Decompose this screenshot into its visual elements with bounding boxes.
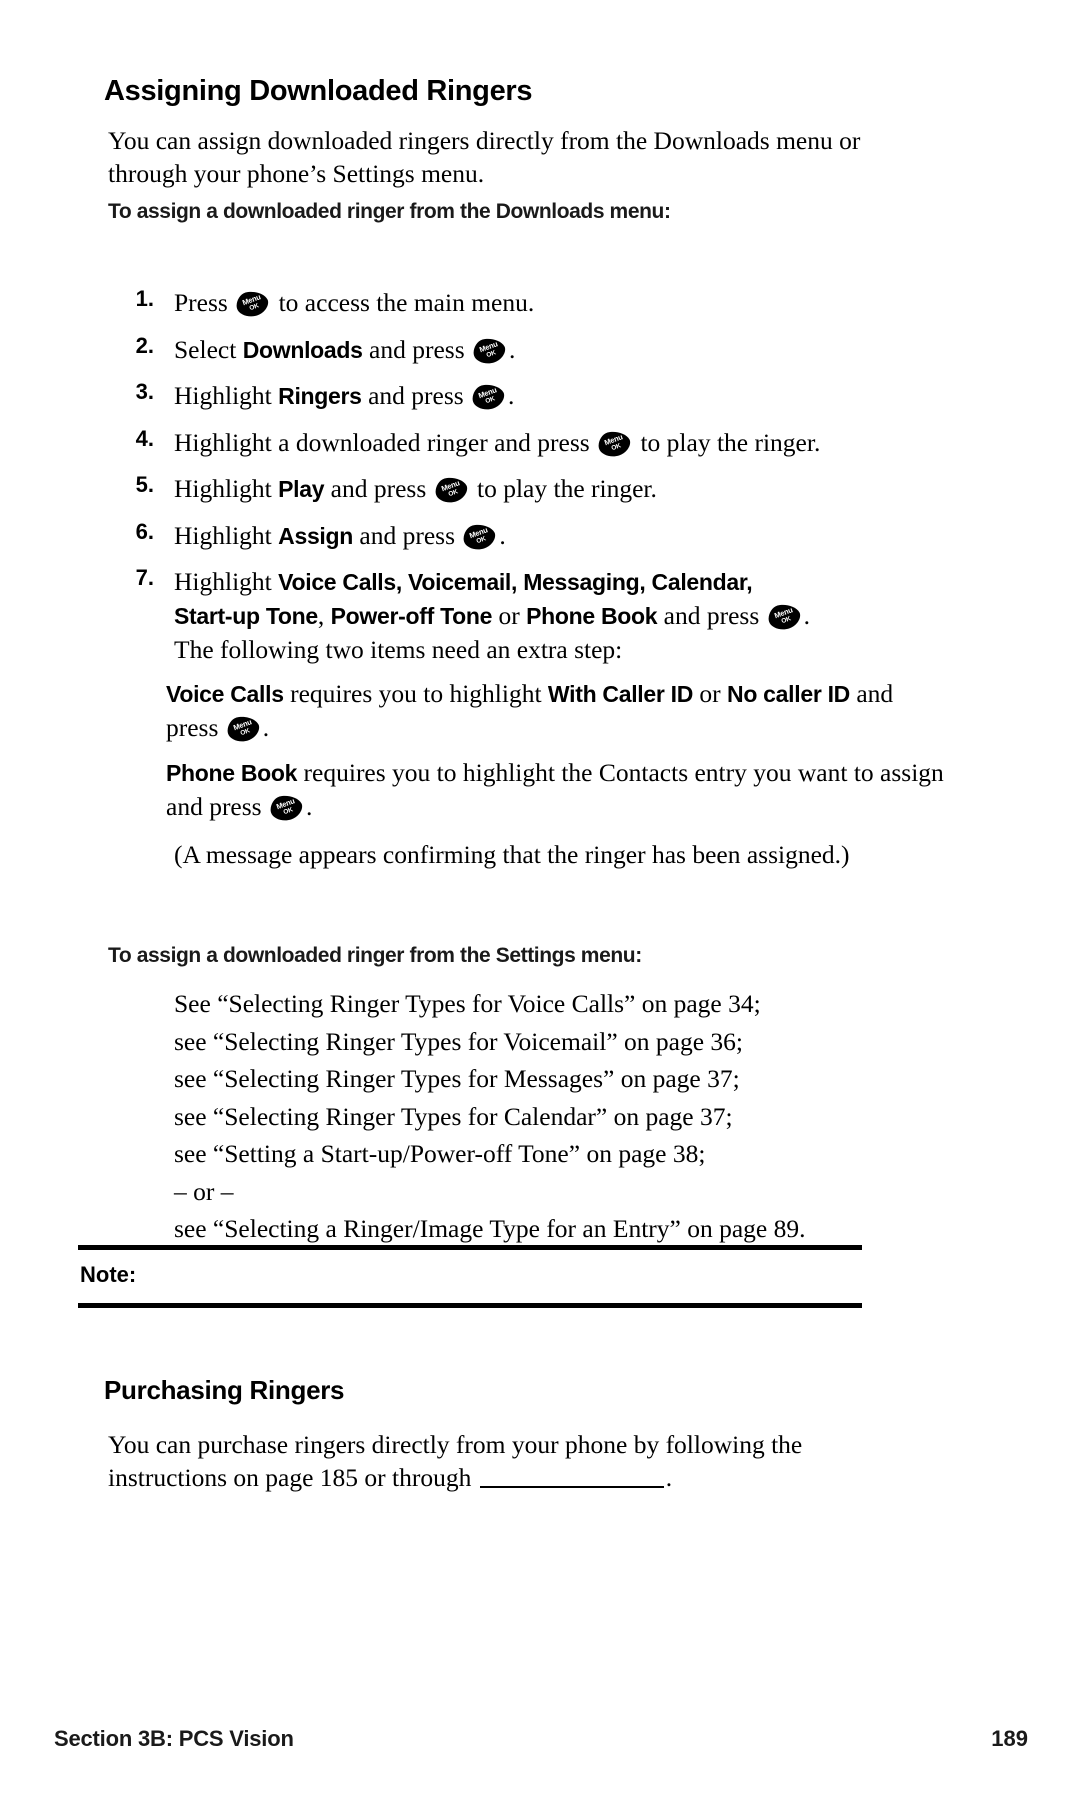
- footer-section-label: Section 3B: PCS Vision: [54, 1726, 294, 1751]
- fill-in-blank-line: [479, 1466, 664, 1488]
- reference-or-separator: – or –: [174, 1176, 234, 1206]
- step-item: 5. Highlight Play and press Menu OK to pl…: [120, 472, 950, 506]
- step-options-line-1: Voice Calls, Voicemail, Messaging, Calen…: [278, 569, 753, 595]
- step-text-post: .: [509, 334, 516, 364]
- menu-ok-key-icon: Menu OK: [473, 338, 507, 364]
- sub-item-option-no-caller-id: No caller ID: [727, 681, 850, 707]
- menu-ok-key-icon: Menu OK: [598, 431, 632, 457]
- menu-ok-key-icon: Menu OK: [472, 384, 506, 410]
- options-end: .: [803, 601, 811, 630]
- step-item: 4. Highlight a downloaded ringer and pre…: [120, 426, 950, 460]
- note-box-bottom-rule: [78, 1303, 862, 1308]
- subheading-settings-menu: To assign a downloaded ringer from the S…: [108, 944, 642, 967]
- options-tail: and press: [657, 601, 766, 630]
- step-text-post: to access the main menu.: [272, 288, 535, 317]
- sub-item-phone-book: Phone Book requires you to highlight the…: [166, 756, 950, 824]
- sub-item-voice-calls: Voice Calls requires you to highlight Wi…: [166, 677, 950, 745]
- page-title: Assigning Downloaded Ringers: [104, 75, 533, 107]
- step-item: 2. Select Downloads and press Menu OK.: [120, 333, 950, 367]
- purchasing-text-b: .: [665, 1463, 673, 1492]
- step-text: Select Downloads and press Menu OK.: [174, 333, 950, 367]
- sub-item-text-b: or: [693, 679, 728, 708]
- step-number: 2.: [135, 332, 154, 358]
- step-text-pre: Highlight: [174, 381, 279, 410]
- step-number: 5.: [135, 472, 154, 497]
- purchasing-text-a: You can purchase ringers directly from y…: [108, 1430, 803, 1492]
- menu-ok-key-icon: Menu OK: [768, 604, 802, 630]
- menu-ok-key-icon: Menu OK: [270, 795, 304, 821]
- step-text: Highlight Voice Calls, Voicemail, Messag…: [174, 565, 950, 666]
- step-number: 7.: [135, 565, 154, 590]
- step-text-post: to play the ringer.: [470, 474, 657, 503]
- step-number: 3.: [135, 379, 154, 404]
- reference-line: see “Selecting Ringer Types for Calendar…: [174, 1101, 733, 1131]
- sub-item-option-with-caller-id: With Caller ID: [547, 681, 694, 707]
- menu-ok-key-icon: Menu OK: [227, 716, 261, 742]
- step-text-mid: and press: [361, 381, 471, 410]
- sub-item-lead: Phone Book: [166, 760, 298, 786]
- step-text: Highlight Play and press Menu OK to play …: [174, 472, 950, 506]
- step-text-post: .: [508, 381, 515, 410]
- note-box-top-rule: [78, 1245, 862, 1250]
- step-text: Highlight Assign and press Menu OK.: [174, 519, 950, 553]
- step-text-pre: Highlight: [174, 474, 279, 503]
- step-text: Highlight Ringers and press Menu OK.: [174, 379, 950, 413]
- settings-reference-list: See “Selecting Ringer Types for Voice Ca…: [174, 985, 954, 1248]
- footer-page-number: 189: [991, 1726, 1028, 1751]
- step-text-post: to play the ringer.: [634, 427, 821, 457]
- reference-line: See “Selecting Ringer Types for Voice Ca…: [174, 989, 761, 1018]
- reference-line: see “Selecting Ringer Types for Voicemai…: [174, 1026, 743, 1056]
- assign-confirmation-note: (A message appears confirming that the r…: [174, 840, 850, 869]
- step-text-post: .: [499, 520, 506, 550]
- step-item: 6. Highlight Assign and press Menu OK.: [120, 519, 950, 553]
- menu-ok-key-icon: Menu OK: [435, 477, 469, 503]
- sub-item-text-a: requires you to highlight: [283, 679, 548, 708]
- step-item: 1. Press Menu OK to access the main menu.: [120, 286, 950, 320]
- menu-ok-key-icon: Menu OK: [463, 524, 497, 550]
- step-text-mid: and press: [362, 334, 472, 364]
- step-text-mid: and press: [324, 474, 433, 503]
- purchasing-paragraph: You can purchase ringers directly from y…: [108, 1428, 898, 1494]
- step-bold-term: Ringers: [278, 383, 362, 409]
- step-option-startup-tone: Start-up Tone: [174, 603, 318, 629]
- extra-step-note: The following two items need an extra st…: [174, 635, 623, 664]
- step-item: 3. Highlight Ringers and press Menu OK.: [120, 379, 950, 413]
- step-number: 1.: [135, 286, 154, 311]
- purchasing-ringers-heading: Purchasing Ringers: [104, 1375, 345, 1405]
- manual-page: Assigning Downloaded Ringers You can ass…: [0, 0, 1080, 1800]
- intro-paragraph: You can assign downloaded ringers direct…: [108, 126, 861, 188]
- menu-ok-key-icon: Menu OK: [236, 291, 270, 317]
- step-text-pre: Select: [174, 334, 243, 364]
- step-text: Highlight a downloaded ringer and press …: [174, 426, 950, 460]
- step-bold-term: Assign: [278, 522, 354, 549]
- step-option-poweroff-tone: Power-off Tone: [330, 603, 493, 629]
- sub-item-text-d: .: [262, 713, 270, 742]
- options-comma: ,: [317, 601, 331, 630]
- step-number: 6.: [135, 518, 154, 544]
- reference-line: see “Selecting a Ringer/Image Type for a…: [174, 1214, 806, 1243]
- step-bold-term: Downloads: [242, 336, 363, 363]
- downloads-steps-list: 1. Press Menu OK to access the main menu.…: [120, 286, 950, 872]
- step-text-pre: Highlight a downloaded ringer and press: [174, 427, 597, 457]
- options-or: or: [492, 601, 527, 630]
- step-item: 7. Highlight Voice Calls, Voicemail, Mes…: [120, 565, 950, 666]
- step-number: 4.: [135, 425, 154, 451]
- step-text-mid: and press: [353, 520, 462, 550]
- step-text-pre: Highlight: [174, 520, 279, 550]
- sub-item-lead: Voice Calls: [166, 681, 284, 707]
- subheading-downloads-menu: To assign a downloaded ringer from the D…: [108, 200, 671, 223]
- step-bold-term: Play: [278, 476, 325, 502]
- note-label: Note:: [80, 1262, 137, 1287]
- step-text: Press Menu OK to access the main menu.: [174, 286, 950, 320]
- sub-item-text-d: .: [305, 792, 313, 821]
- step-option-phone-book: Phone Book: [526, 603, 658, 629]
- step-text-pre: Highlight: [174, 567, 279, 596]
- step-text-pre: Press: [174, 288, 235, 317]
- reference-line: see “Setting a Start-up/Power-off Tone” …: [174, 1139, 706, 1168]
- reference-line: see “Selecting Ringer Types for Messages…: [174, 1064, 740, 1093]
